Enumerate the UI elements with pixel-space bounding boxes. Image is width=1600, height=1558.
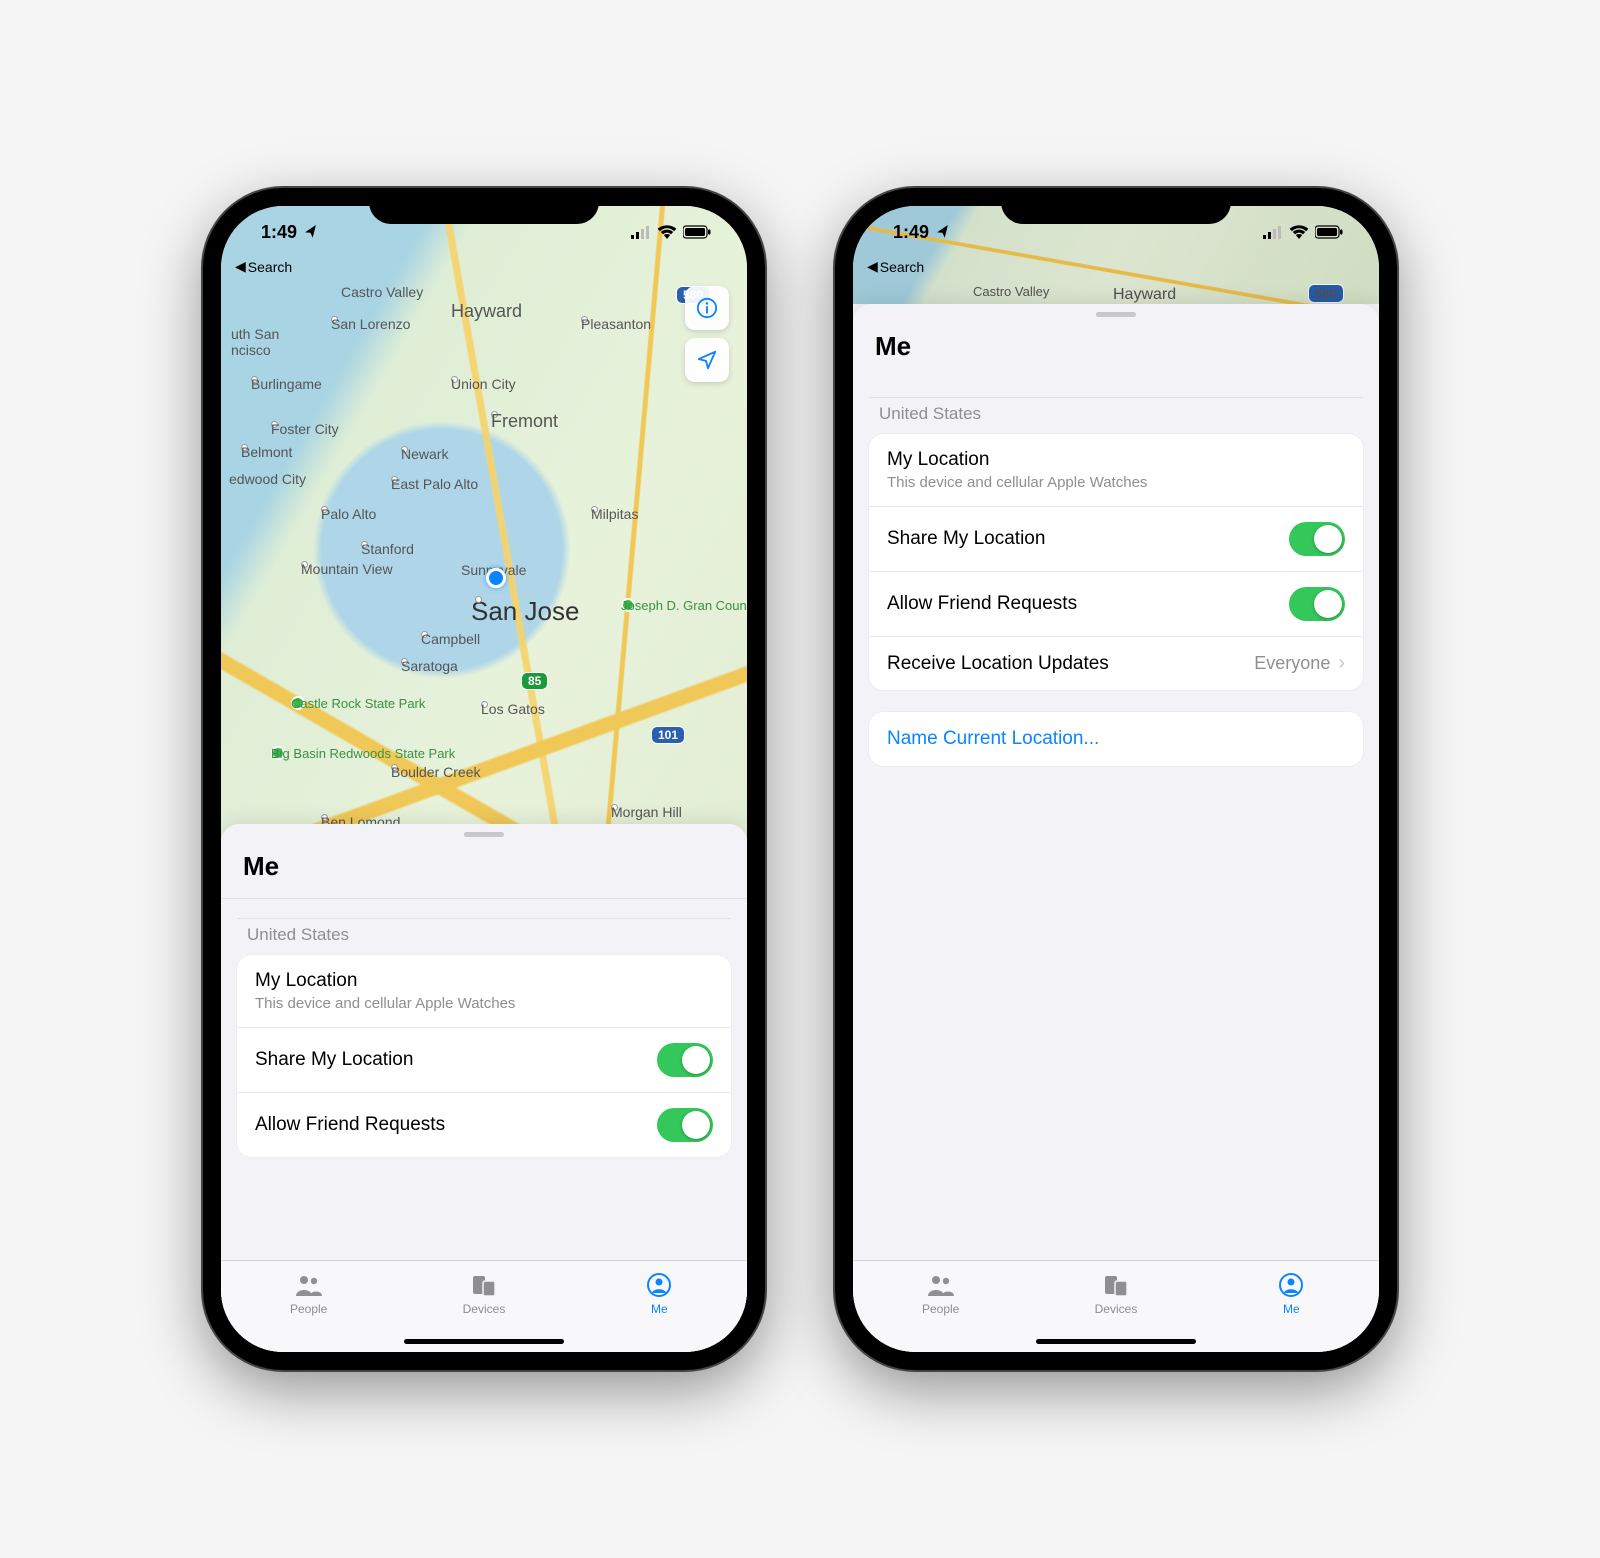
row-title: Allow Friend Requests xyxy=(887,593,1077,615)
sheet-grabber[interactable] xyxy=(1096,312,1136,317)
tab-label: Devices xyxy=(1095,1302,1138,1316)
people-icon xyxy=(926,1271,956,1299)
chevron-left-icon: ◀ xyxy=(867,258,878,275)
map-city-label: edwood City xyxy=(229,471,306,487)
row-my-location[interactable]: My Location This device and cellular App… xyxy=(237,955,731,1028)
notch xyxy=(1001,188,1231,224)
row-title: My Location xyxy=(887,449,1147,471)
row-friend-requests[interactable]: Allow Friend Requests xyxy=(237,1093,731,1157)
home-indicator[interactable] xyxy=(1036,1339,1196,1344)
map-info-button[interactable] xyxy=(685,286,729,330)
map-city-label: Hayward xyxy=(451,301,522,322)
row-title: My Location xyxy=(255,970,515,992)
status-time: 1:49 xyxy=(261,222,297,243)
tab-me[interactable]: Me xyxy=(1204,1261,1379,1352)
tab-me[interactable]: Me xyxy=(572,1261,747,1352)
sheet-grabber[interactable] xyxy=(464,832,504,837)
battery-icon xyxy=(1315,225,1343,239)
action-card: Name Current Location... xyxy=(869,712,1363,766)
people-icon xyxy=(294,1271,324,1299)
settings-card: My Location This device and cellular App… xyxy=(237,955,731,1157)
phone-frame-right: Castro Valley Hayward 580 1:49 xyxy=(835,188,1397,1370)
breadcrumb-back[interactable]: ◀ Search xyxy=(853,258,1379,281)
row-title: Share My Location xyxy=(887,528,1045,550)
location-services-icon xyxy=(934,223,953,242)
row-title: Name Current Location... xyxy=(887,728,1099,750)
row-title: Receive Location Updates xyxy=(887,653,1109,675)
breadcrumb-label: Search xyxy=(880,259,924,275)
row-subtitle: This device and cellular Apple Watches xyxy=(255,995,515,1012)
me-icon xyxy=(647,1271,671,1299)
screen-left: Castro Valley Hayward San Lorenzo Pleasa… xyxy=(221,206,747,1352)
phone-frame-left: Castro Valley Hayward San Lorenzo Pleasa… xyxy=(203,188,765,1370)
wifi-icon xyxy=(657,225,677,239)
row-receive-updates[interactable]: Receive Location Updates Everyone › xyxy=(869,637,1363,690)
screen-right: Castro Valley Hayward 580 1:49 xyxy=(853,206,1379,1352)
row-title: Share My Location xyxy=(255,1049,413,1071)
tab-people[interactable]: People xyxy=(853,1261,1028,1352)
tab-people[interactable]: People xyxy=(221,1261,396,1352)
chevron-left-icon: ◀ xyxy=(235,258,246,275)
cellular-signal-icon xyxy=(631,225,651,239)
breadcrumb-label: Search xyxy=(248,259,292,275)
location-services-icon xyxy=(302,223,321,242)
tab-label: Me xyxy=(651,1302,668,1316)
me-sheet-expanded[interactable]: Me United States My Location This device… xyxy=(853,304,1379,1352)
map-city-label: uth San ncisco xyxy=(231,326,279,358)
row-title: Allow Friend Requests xyxy=(255,1114,445,1136)
map-controls xyxy=(685,286,729,382)
home-indicator[interactable] xyxy=(404,1339,564,1344)
tab-label: Devices xyxy=(463,1302,506,1316)
devices-icon xyxy=(1103,1271,1129,1299)
section-label: United States xyxy=(869,397,1363,434)
settings-card: My Location This device and cellular App… xyxy=(869,434,1363,690)
row-friend-requests[interactable]: Allow Friend Requests xyxy=(869,572,1363,637)
notch xyxy=(369,188,599,224)
row-my-location[interactable]: My Location This device and cellular App… xyxy=(869,434,1363,507)
current-location-dot xyxy=(486,568,506,588)
cellular-signal-icon xyxy=(1263,225,1283,239)
breadcrumb-back[interactable]: ◀ Search xyxy=(221,258,747,281)
devices-icon xyxy=(471,1271,497,1299)
share-location-toggle[interactable] xyxy=(1289,522,1345,556)
wifi-icon xyxy=(1289,225,1309,239)
map-locate-button[interactable] xyxy=(685,338,729,382)
battery-icon xyxy=(683,225,711,239)
row-name-location[interactable]: Name Current Location... xyxy=(869,712,1363,766)
tab-label: Me xyxy=(1283,1302,1300,1316)
friend-requests-toggle[interactable] xyxy=(657,1108,713,1142)
row-share-location[interactable]: Share My Location xyxy=(869,507,1363,572)
row-subtitle: This device and cellular Apple Watches xyxy=(887,474,1147,491)
share-location-toggle[interactable] xyxy=(657,1043,713,1077)
friend-requests-toggle[interactable] xyxy=(1289,587,1345,621)
section-label: United States xyxy=(237,918,731,955)
tab-label: People xyxy=(922,1302,959,1316)
sheet-title: Me xyxy=(221,843,747,899)
map-city-label: Castro Valley xyxy=(341,284,423,300)
sheet-body: United States My Location This device an… xyxy=(853,378,1379,1352)
row-value: Everyone xyxy=(1254,653,1330,674)
sheet-title: Me xyxy=(853,323,1379,378)
me-icon xyxy=(1279,1271,1303,1299)
tab-label: People xyxy=(290,1302,327,1316)
row-share-location[interactable]: Share My Location xyxy=(237,1028,731,1093)
status-time: 1:49 xyxy=(893,222,929,243)
chevron-right-icon: › xyxy=(1338,652,1345,675)
